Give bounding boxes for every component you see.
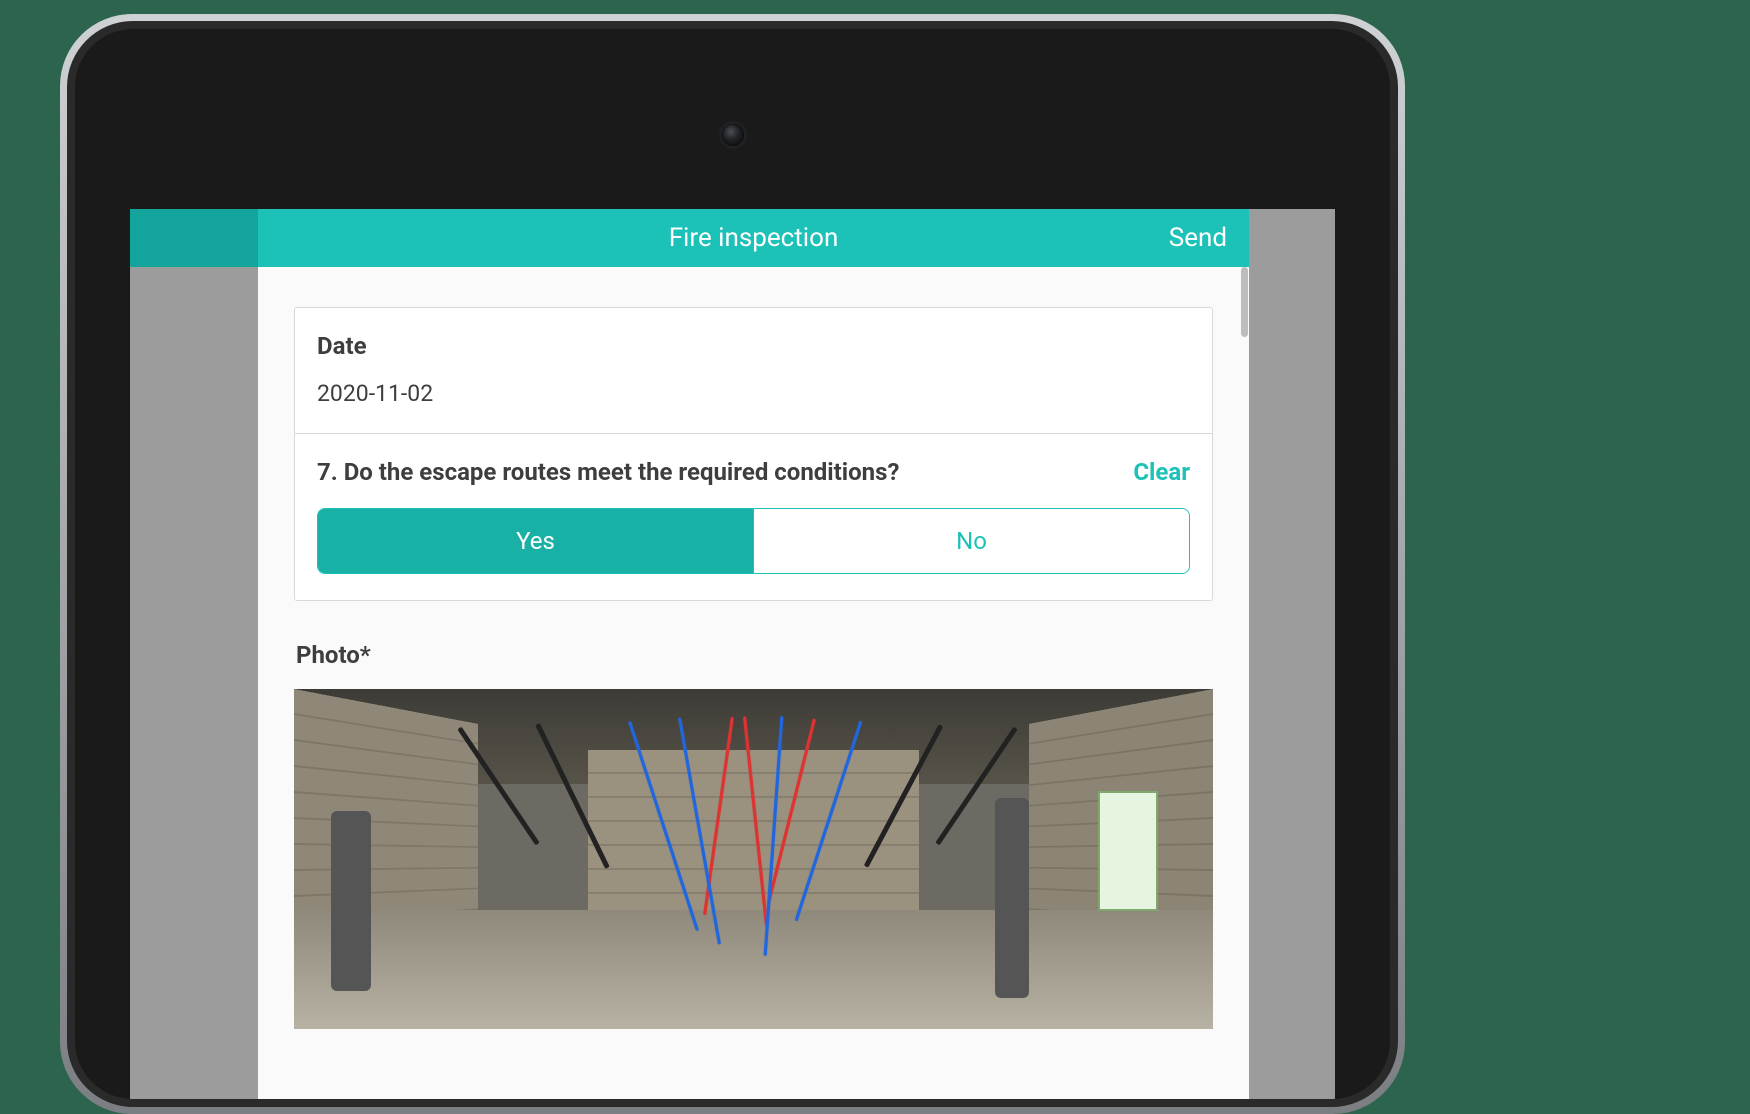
scrollbar[interactable]	[1240, 267, 1249, 1099]
app-body[interactable]: Date 2020-11-02 7. Do the escape routes …	[258, 267, 1249, 1099]
clear-button[interactable]: Clear	[1133, 458, 1190, 486]
form-card: Date 2020-11-02 7. Do the escape routes …	[294, 307, 1213, 601]
date-value[interactable]: 2020-11-02	[317, 380, 1190, 407]
tablet-bezel: Fire inspection Send Date 2020-11-02	[75, 29, 1390, 1099]
option-no-button[interactable]: No	[753, 509, 1189, 573]
option-yes-button[interactable]: Yes	[318, 509, 753, 573]
date-label: Date	[317, 332, 1190, 360]
tablet-frame-inner: Fire inspection Send Date 2020-11-02	[67, 21, 1398, 1107]
date-section: Date 2020-11-02	[295, 308, 1212, 433]
question-text: 7. Do the escape routes meet the require…	[317, 458, 899, 486]
question-section: 7. Do the escape routes meet the require…	[295, 433, 1212, 600]
app-header-accent	[130, 209, 258, 267]
scrollbar-thumb[interactable]	[1241, 267, 1248, 337]
photo-attachment[interactable]	[294, 689, 1213, 1029]
tablet-frame: Fire inspection Send Date 2020-11-02	[60, 14, 1405, 1114]
photo-label: Photo*	[294, 641, 1213, 669]
camera-icon	[722, 124, 744, 146]
tablet-screen: Fire inspection Send Date 2020-11-02	[130, 209, 1335, 1099]
send-button[interactable]: Send	[1169, 223, 1227, 253]
yes-no-toggle: Yes No	[317, 508, 1190, 574]
app-header: Fire inspection Send	[258, 209, 1249, 267]
app-window: Fire inspection Send Date 2020-11-02	[258, 209, 1249, 1099]
page-title: Fire inspection	[258, 223, 1249, 253]
